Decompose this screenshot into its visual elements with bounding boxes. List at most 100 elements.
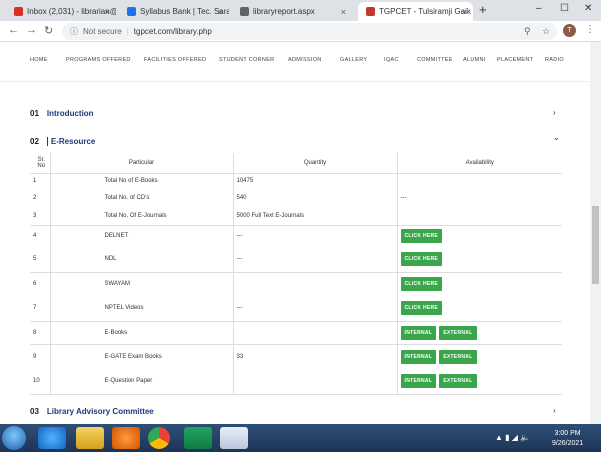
excel-icon[interactable] (184, 427, 212, 449)
site-navigation: HOME PROGRAMS OFFERED FACILITIES OFFERED… (0, 42, 590, 82)
e-resource-table: Sr. No Particular Quantity Availability … (30, 153, 562, 395)
scrollbar-thumb[interactable] (592, 206, 599, 284)
table-row: 4 DELNET --- CLICK HERE (30, 225, 562, 247)
section-library-advisory-committee[interactable]: 03 Library Advisory Committee (30, 407, 154, 416)
table-row: 2 Total No. of CD's 540 --- (30, 188, 562, 208)
nav-iqac[interactable]: IQAC (384, 57, 399, 63)
maximize-icon[interactable]: ☐ (560, 3, 569, 14)
section-title: Library Advisory Committee (46, 407, 154, 416)
start-button[interactable] (2, 426, 26, 450)
back-icon[interactable]: ← (8, 24, 19, 36)
tab-syllabus[interactable]: Syllabus Bank | Tec. Saral Sh × (119, 2, 229, 21)
egate-internal-button[interactable]: INTERNAL (400, 349, 437, 364)
swayam-click-here-button[interactable]: CLICK HERE (400, 277, 443, 292)
section-title: E-Resource (46, 137, 95, 146)
nav-placement[interactable]: PLACEMENT (497, 57, 533, 63)
nav-programs-offered[interactable]: PROGRAMS OFFERED (66, 57, 131, 63)
quantity (233, 272, 398, 296)
minimize-icon[interactable]: – (536, 3, 542, 14)
table-row: 9 E-GATE Exam Books 33 INTERNAL EXTERNAL (30, 344, 562, 369)
nav-home[interactable]: HOME (30, 57, 48, 63)
availability: INTERNAL EXTERNAL (397, 321, 562, 345)
nav-facilities-offered[interactable]: FACILITIES OFFERED (144, 57, 206, 63)
availability: CLICK HERE (397, 225, 562, 247)
availability: CLICK HERE (397, 272, 562, 296)
nav-alumni[interactable]: ALUMNI (463, 57, 486, 63)
table-row: 1 Total No of E-Books 10475 (30, 173, 562, 188)
nav-committee[interactable]: COMMITTEE (417, 57, 453, 63)
close-icon[interactable]: × (462, 7, 467, 17)
nav-admission[interactable]: ADMISSION (288, 57, 322, 63)
sr-no: 8 (30, 321, 51, 345)
availability (397, 208, 562, 226)
nptel-click-here-button[interactable]: CLICK HERE (400, 301, 443, 316)
egate-external-button[interactable]: EXTERNAL (439, 349, 477, 364)
gmail-icon (14, 7, 23, 16)
tab-label: libraryreport.aspx (253, 7, 315, 16)
url-text: tgpcet.com/library.php (133, 27, 212, 36)
tab-tgpcet[interactable]: TGPCET - Tulsiramji Gaik × (358, 2, 473, 21)
particular: Total No. of CD's (50, 188, 234, 208)
browser-tab-strip: Inbox (2,031) - librarian@ × Syllabus Ba… (0, 0, 601, 21)
nav-gallery[interactable]: GALLERY (340, 57, 367, 63)
delnet-click-here-button[interactable]: CLICK HERE (400, 229, 443, 244)
search-icon[interactable]: ⚲ (524, 26, 531, 37)
address-bar: ← → ↻ ⓘ Not secure | tgpcet.com/library.… (0, 21, 601, 42)
section-introduction[interactable]: 01 Introduction (30, 109, 94, 118)
particular: E-GATE Exam Books (50, 344, 234, 369)
question-paper-external-button[interactable]: EXTERNAL (439, 374, 477, 389)
chrome-icon[interactable] (148, 427, 170, 449)
tab-label: Syllabus Bank | Tec. Saral Sh (140, 7, 229, 16)
page-icon (240, 7, 249, 16)
info-icon[interactable]: ⓘ (70, 26, 78, 37)
table-row: 5 NDL --- CLICK HERE (30, 247, 562, 273)
question-paper-internal-button[interactable]: INTERNAL (400, 374, 437, 389)
availability: --- (400, 195, 407, 201)
page-scrollbar[interactable] (590, 42, 601, 424)
forward-icon[interactable]: → (26, 24, 37, 36)
nav-student-corner[interactable]: STUDENT CORNER (219, 57, 274, 63)
availability: CLICK HERE (397, 296, 562, 322)
quantity: 5000 Full Text E-Journals (233, 208, 398, 226)
url-field[interactable]: ⓘ Not secure | tgpcet.com/library.php ⚲ … (62, 23, 557, 40)
internet-explorer-icon[interactable] (38, 427, 66, 449)
tab-library-report[interactable]: libraryreport.aspx × (232, 2, 352, 21)
tab-label: TGPCET - Tulsiramji Gaik (379, 7, 471, 16)
close-window-icon[interactable]: ✕ (584, 3, 592, 14)
bookmark-star-icon[interactable]: ☆ (542, 26, 550, 37)
new-tab-button[interactable]: + (479, 2, 487, 17)
sr-no: 5 (30, 247, 51, 273)
table-row: 8 E-Books INTERNAL EXTERNAL (30, 321, 562, 345)
nav-radio[interactable]: RADIO (545, 57, 564, 63)
availability (397, 173, 562, 188)
tab-gmail[interactable]: Inbox (2,031) - librarian@ × (6, 2, 116, 21)
ebooks-internal-button[interactable]: INTERNAL (400, 325, 437, 340)
table-row: 7 NPTEL Videos --- CLICK HERE (30, 296, 562, 322)
profile-avatar[interactable]: T (563, 24, 576, 37)
close-icon[interactable]: × (218, 7, 223, 17)
sr-no: 10 (30, 369, 51, 395)
chevron-right-icon[interactable]: › (553, 406, 556, 415)
particular: Total No. Of E-Journals (50, 208, 234, 226)
system-clock[interactable]: 3:00 PM 9/26/2021 (552, 429, 583, 449)
particular: NDL (50, 247, 234, 273)
chevron-right-icon[interactable]: › (553, 108, 556, 117)
clock-time: 3:00 PM (554, 430, 581, 437)
security-label: Not secure (83, 27, 122, 36)
media-player-icon[interactable] (112, 427, 140, 449)
column-header: Quantity (233, 153, 398, 174)
section-e-resource[interactable]: 02 E-Resource (30, 137, 95, 146)
ndl-click-here-button[interactable]: CLICK HERE (400, 252, 443, 267)
ebooks-external-button[interactable]: EXTERNAL (439, 325, 477, 340)
document-icon[interactable] (220, 427, 248, 449)
reload-icon[interactable]: ↻ (44, 24, 53, 37)
system-tray-icons[interactable]: ▲ ▮ ◢ 🔈 (495, 433, 530, 442)
file-explorer-icon[interactable] (76, 427, 104, 449)
sr-no: 3 (30, 208, 51, 226)
quantity: 10475 (233, 173, 398, 188)
close-icon[interactable]: × (341, 7, 346, 17)
browser-menu-icon[interactable]: ⋮ (585, 24, 595, 35)
section-number: 02 (30, 137, 39, 146)
chevron-down-icon[interactable]: ⌄ (553, 133, 560, 142)
close-icon[interactable]: × (105, 7, 110, 17)
